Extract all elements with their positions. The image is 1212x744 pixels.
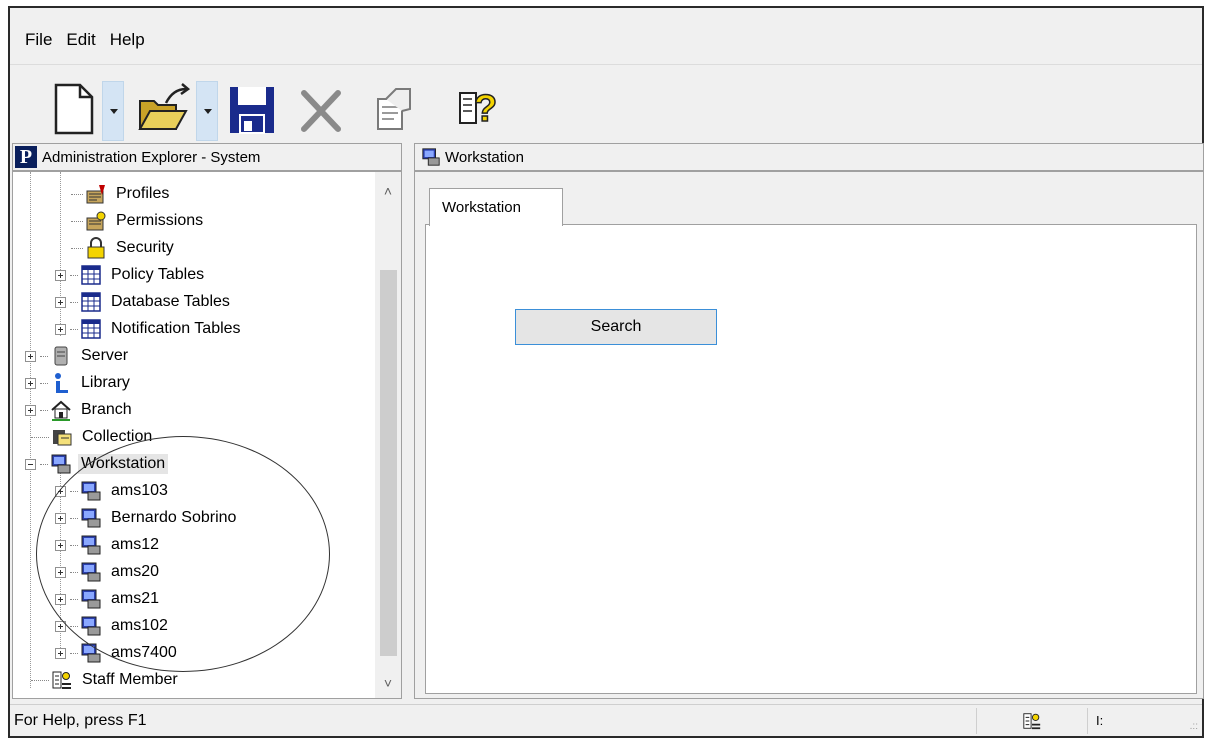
search-button[interactable]: Search — [515, 309, 717, 345]
status-text: For Help, press F1 — [14, 711, 147, 729]
server-icon — [54, 346, 68, 366]
tree-item-database-tables[interactable]: Database Tables — [55, 289, 233, 315]
tree-item-bernardo-sobrino[interactable]: Bernardo Sobrino — [55, 505, 239, 531]
save-icon[interactable] — [226, 81, 278, 137]
tree-item-policy-tables[interactable]: Policy Tables — [55, 262, 207, 288]
staff-member-icon — [1023, 712, 1041, 729]
workstation-icon — [81, 535, 101, 555]
status-indicator: I: — [1096, 713, 1104, 728]
table-icon — [81, 265, 101, 285]
svg-text:?: ? — [474, 88, 497, 130]
tree-item-profiles[interactable]: Profiles — [71, 181, 172, 207]
menu-file[interactable]: File — [18, 30, 59, 50]
tree-item-workstation[interactable]: Workstation — [25, 451, 169, 477]
expand-icon[interactable] — [25, 350, 36, 362]
profiles-icon — [86, 185, 105, 204]
library-icon — [55, 373, 68, 393]
workstation-icon — [81, 616, 101, 636]
expand-icon[interactable] — [55, 647, 66, 659]
workstation-icon — [81, 589, 101, 609]
tree-item-ams21[interactable]: ams21 — [55, 586, 162, 612]
menu-edit[interactable]: Edit — [59, 30, 102, 50]
house-icon — [51, 400, 71, 421]
expand-icon[interactable] — [25, 404, 36, 416]
scroll-thumb[interactable] — [380, 270, 397, 656]
table-icon — [81, 319, 101, 339]
tree-item-branch[interactable]: Branch — [25, 397, 135, 423]
workstation-icon — [81, 643, 101, 663]
expand-icon[interactable] — [55, 539, 66, 551]
expand-icon[interactable] — [55, 485, 66, 497]
workstation-icon — [81, 481, 101, 501]
tab-panel: Search — [425, 224, 1197, 694]
context-help-icon[interactable]: ? — [454, 81, 504, 137]
workstation-icon — [51, 454, 71, 474]
expand-icon[interactable] — [55, 296, 66, 308]
tree-item-collection[interactable]: Collection — [31, 424, 155, 450]
tree-item-library[interactable]: Library — [25, 370, 133, 396]
menu-help[interactable]: Help — [103, 30, 152, 50]
status-bar: For Help, press F1 I: .:: — [10, 704, 1202, 736]
right-pane-title: Workstation — [445, 148, 524, 166]
tree-item-ams102[interactable]: ams102 — [55, 613, 171, 639]
left-pane-title: Administration Explorer - System — [42, 148, 261, 166]
collapse-icon[interactable] — [25, 458, 36, 470]
detail-panel: Workstation Search — [414, 171, 1204, 699]
tree-item-staff-member[interactable]: Staff Member — [31, 667, 181, 693]
app-window: File Edit Help ? P Administration Explor… — [8, 6, 1204, 738]
open-dropdown-button[interactable] — [196, 81, 218, 141]
expand-icon[interactable] — [55, 269, 66, 281]
tree-item-ams12[interactable]: ams12 — [55, 532, 162, 558]
tree-item-ams103[interactable]: ams103 — [55, 478, 171, 504]
tree-item-server[interactable]: Server — [25, 343, 131, 369]
tree-item-notification-tables[interactable]: Notification Tables — [55, 316, 244, 342]
toolbar: ? — [10, 64, 1202, 141]
explorer-tree[interactable]: Profiles Permissions Security Policy Tab… — [12, 171, 402, 699]
delete-icon[interactable] — [296, 81, 346, 137]
left-pane-header: P Administration Explorer - System — [12, 143, 402, 171]
staff-member-icon — [52, 671, 71, 689]
tree-scrollbar[interactable]: ˄ ˅ — [375, 172, 401, 698]
expand-icon[interactable] — [55, 566, 66, 578]
expand-icon[interactable] — [25, 377, 36, 389]
tree-item-permissions[interactable]: Permissions — [71, 208, 206, 234]
permissions-icon — [86, 211, 106, 231]
table-icon — [81, 292, 101, 312]
app-logo: P — [15, 146, 37, 168]
expand-icon[interactable] — [55, 323, 66, 335]
tree-item-security[interactable]: Security — [71, 235, 177, 261]
new-document-icon[interactable] — [52, 81, 96, 137]
workstation-icon — [422, 148, 440, 166]
expand-icon[interactable] — [55, 620, 66, 632]
workstation-icon — [81, 562, 101, 582]
tree-item-ams7400[interactable]: ams7400 — [55, 640, 180, 666]
lock-icon — [87, 237, 105, 259]
scroll-down-icon[interactable]: ˅ — [375, 672, 401, 694]
new-dropdown-button[interactable] — [102, 81, 124, 141]
right-pane-header: Workstation — [414, 143, 1204, 171]
resize-grip-icon[interactable]: .:: — [1190, 721, 1198, 732]
expand-icon[interactable] — [55, 512, 66, 524]
properties-icon[interactable] — [372, 81, 416, 137]
status-user-cell — [977, 711, 1087, 731]
tree-item-ams20[interactable]: ams20 — [55, 559, 162, 585]
open-folder-icon[interactable] — [136, 81, 194, 137]
collection-icon — [53, 430, 72, 446]
expand-icon[interactable] — [55, 593, 66, 605]
scroll-up-icon[interactable]: ˄ — [375, 180, 401, 202]
workstation-icon — [81, 508, 101, 528]
tab-workstation[interactable]: Workstation — [429, 188, 563, 226]
menu-bar: File Edit Help — [10, 26, 1202, 54]
